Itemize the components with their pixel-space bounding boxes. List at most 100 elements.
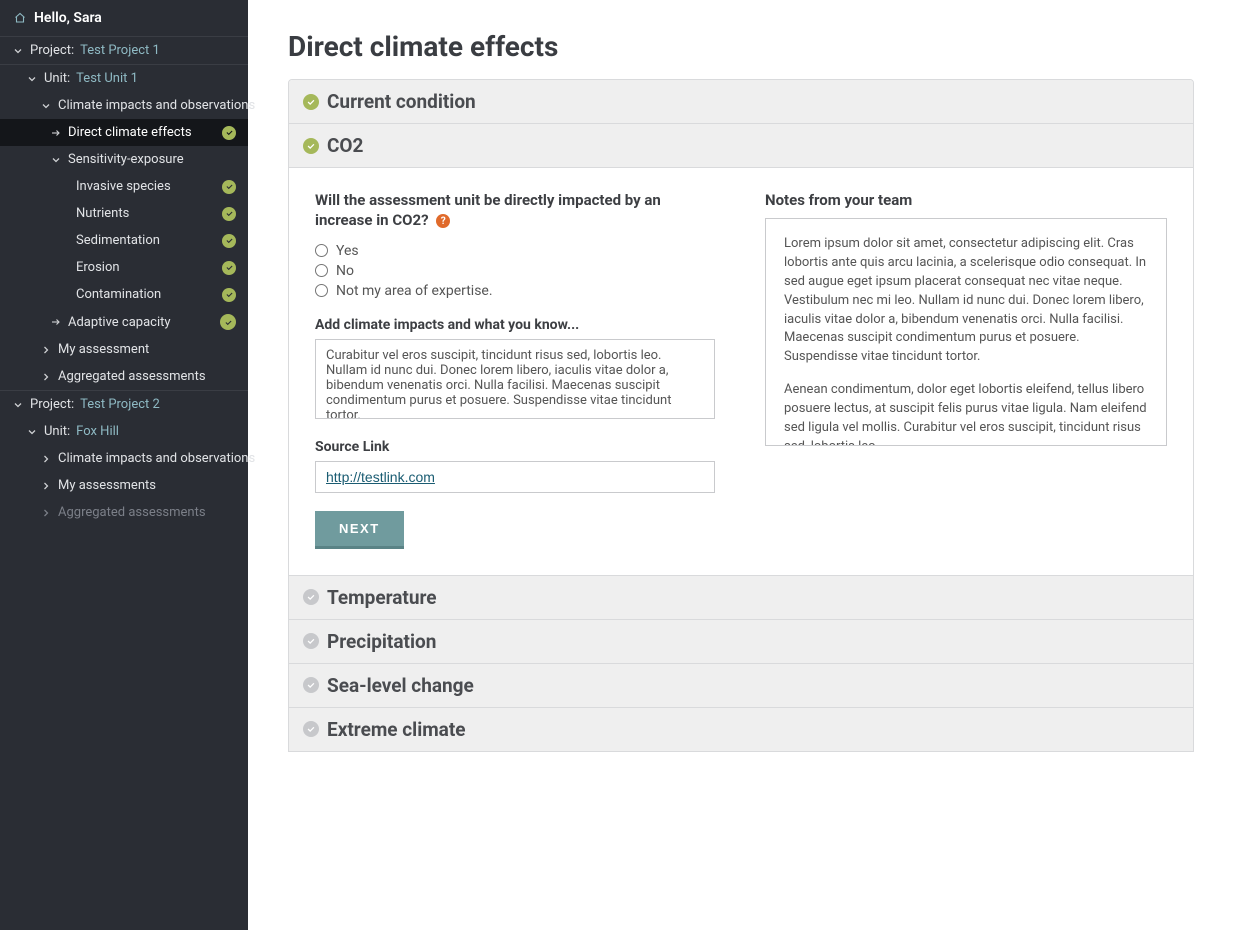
radio-no-label: No	[336, 263, 354, 279]
home-icon	[14, 12, 26, 24]
section-extreme-climate[interactable]: Extreme climate	[289, 708, 1193, 751]
section-precipitation[interactable]: Precipitation	[289, 620, 1193, 664]
project-label: Project:	[30, 43, 74, 58]
direct-label: Direct climate effects	[68, 125, 192, 140]
sidebar-contamination[interactable]: Contamination	[0, 281, 248, 308]
greeting-text: Hello, Sara	[34, 10, 102, 26]
section-title: Extreme climate	[327, 718, 466, 741]
impacts-label: Add climate impacts and what you know...	[315, 317, 715, 333]
radio-yes-input[interactable]	[315, 244, 328, 257]
erosion-label: Erosion	[76, 260, 120, 275]
check-icon	[303, 589, 319, 605]
sidebar-nutrients[interactable]: Nutrients	[0, 200, 248, 227]
adaptive-label: Adaptive capacity	[68, 315, 171, 330]
aggregated-label: Aggregated assessments	[58, 369, 206, 384]
section-sea-level[interactable]: Sea-level change	[289, 664, 1193, 708]
main-content: Direct climate effects Current condition…	[248, 0, 1234, 930]
radio-yes[interactable]: Yes	[315, 241, 715, 261]
impacts-textarea[interactable]	[315, 339, 715, 419]
section-co2[interactable]: CO2	[289, 124, 1193, 168]
co2-form: Will the assessment unit be directly imp…	[315, 190, 715, 549]
sidebar-project-1[interactable]: Project: Test Project 1	[0, 37, 248, 65]
unit2-name: Fox Hill	[76, 424, 119, 439]
check-icon	[222, 180, 236, 194]
project2-name: Test Project 2	[80, 397, 160, 412]
radio-na-input[interactable]	[315, 284, 328, 297]
chevron-right-icon	[40, 453, 52, 465]
next-button[interactable]: NEXT	[315, 511, 404, 549]
notes-col: Notes from your team Lorem ipsum dolor s…	[765, 190, 1167, 549]
climate-impacts-label: Climate impacts and observations	[58, 98, 255, 113]
check-icon	[222, 207, 236, 221]
chevron-down-icon	[50, 154, 62, 166]
aggregated2-label: Aggregated assessments	[58, 505, 206, 520]
sidebar-project-2[interactable]: Project: Test Project 2	[0, 391, 248, 418]
chevron-right-icon	[40, 371, 52, 383]
sidebar-invasive-species[interactable]: Invasive species	[0, 173, 248, 200]
section-co2-body: Will the assessment unit be directly imp…	[289, 168, 1193, 576]
arrow-right-icon	[50, 316, 62, 328]
notes-scroll[interactable]: Lorem ipsum dolor sit amet, consectetur …	[766, 219, 1166, 445]
section-title: CO2	[327, 134, 363, 157]
check-icon	[220, 314, 236, 330]
section-title: Sea-level change	[327, 674, 474, 697]
section-title: Precipitation	[327, 630, 436, 653]
chevron-right-icon	[40, 344, 52, 356]
my-assessment-label: My assessment	[58, 342, 149, 357]
radio-na-label: Not my area of expertise.	[336, 283, 493, 299]
sidebar-my-assessment[interactable]: My assessment	[0, 336, 248, 363]
check-icon	[303, 94, 319, 110]
check-icon	[222, 234, 236, 248]
co2-question: Will the assessment unit be directly imp…	[315, 190, 715, 231]
source-input[interactable]	[315, 461, 715, 493]
sidebar-unit-2[interactable]: Unit: Fox Hill	[0, 418, 248, 445]
sidebar-sedimentation[interactable]: Sedimentation	[0, 227, 248, 254]
accordion: Current condition CO2 Will the assessmen…	[288, 79, 1194, 752]
unit-label: Unit:	[44, 71, 70, 86]
chevron-down-icon	[12, 45, 24, 57]
unit-name: Test Unit 1	[76, 71, 138, 86]
arrow-right-icon	[50, 127, 62, 139]
section-title: Temperature	[327, 586, 437, 609]
sidebar-climate-impacts[interactable]: Climate impacts and observations	[0, 92, 248, 119]
sidebar-my-assessments-2[interactable]: My assessments	[0, 472, 248, 499]
sidebar-erosion[interactable]: Erosion	[0, 254, 248, 281]
sidebar-sensitivity-exposure[interactable]: Sensitivity-exposure	[0, 146, 248, 173]
radio-no-input[interactable]	[315, 264, 328, 277]
section-temperature[interactable]: Temperature	[289, 576, 1193, 620]
chevron-right-icon	[40, 480, 52, 492]
sidebar: Hello, Sara Project: Test Project 1 Unit…	[0, 0, 248, 930]
help-icon[interactable]: ?	[436, 214, 450, 228]
check-icon	[303, 138, 319, 154]
radio-yes-label: Yes	[336, 243, 359, 259]
source-label: Source Link	[315, 439, 715, 455]
check-icon	[222, 261, 236, 275]
chevron-down-icon	[40, 100, 52, 112]
notes-p2: Aenean condimentum, dolor eget lobortis …	[784, 381, 1148, 445]
sidebar-adaptive-capacity[interactable]: Adaptive capacity	[0, 308, 248, 336]
section-current-condition[interactable]: Current condition	[289, 80, 1193, 124]
sidebar-direct-climate-effects[interactable]: Direct climate effects	[0, 119, 248, 146]
page-title: Direct climate effects	[288, 30, 1194, 63]
contamination-label: Contamination	[76, 287, 161, 302]
check-icon	[303, 721, 319, 737]
project2-label: Project:	[30, 397, 74, 412]
chevron-down-icon	[26, 426, 38, 438]
co2-question-text: Will the assessment unit be directly imp…	[315, 191, 661, 229]
my-assessments-label: My assessments	[58, 478, 156, 493]
check-icon	[222, 288, 236, 302]
sensitivity-label: Sensitivity-exposure	[68, 152, 184, 167]
sidebar-aggregated-2[interactable]: Aggregated assessments	[0, 499, 248, 526]
chevron-down-icon	[26, 73, 38, 85]
radio-no[interactable]: No	[315, 261, 715, 281]
sidebar-climate-impacts-2[interactable]: Climate impacts and observations	[0, 445, 248, 472]
chevron-down-icon	[12, 399, 24, 411]
section-title: Current condition	[327, 90, 476, 113]
sidebar-unit-1[interactable]: Unit: Test Unit 1	[0, 65, 248, 92]
check-icon	[303, 677, 319, 693]
check-icon	[222, 126, 236, 140]
sidebar-aggregated-assessments[interactable]: Aggregated assessments	[0, 363, 248, 390]
notes-title: Notes from your team	[765, 190, 1167, 210]
radio-na[interactable]: Not my area of expertise.	[315, 281, 715, 301]
greeting-row[interactable]: Hello, Sara	[0, 0, 248, 37]
